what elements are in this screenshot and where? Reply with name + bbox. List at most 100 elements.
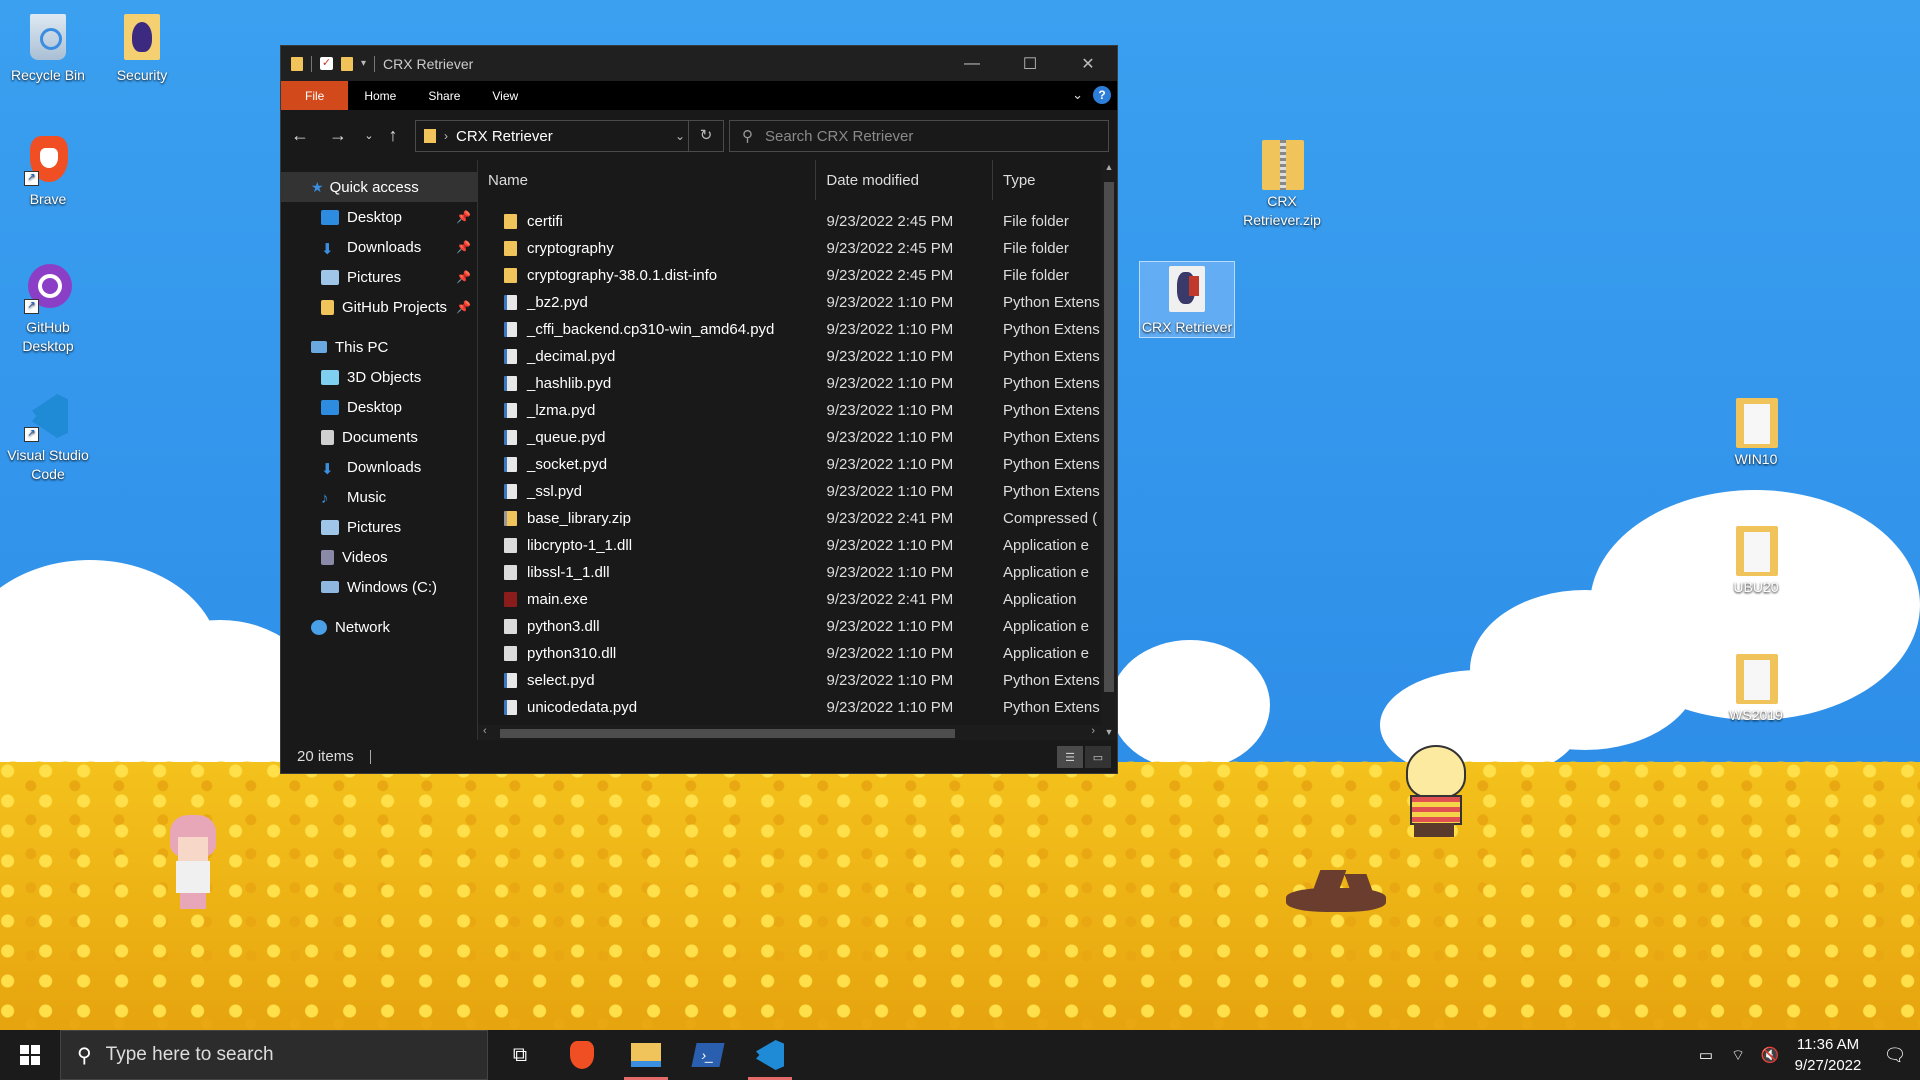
forward-button[interactable]: → (319, 125, 357, 146)
file-row[interactable]: libssl-1_1.dll 9/23/2022 1:10 PM Applicati… (478, 559, 1101, 586)
file-row[interactable]: _ssl.pyd 9/23/2022 1:10 PM Python Extens (478, 478, 1101, 505)
tab-file[interactable]: File (281, 81, 349, 110)
large-icons-view-icon[interactable]: ▭ (1085, 746, 1111, 768)
tab-share[interactable]: Share (412, 81, 476, 110)
notification-icon[interactable]: 🗨 (1870, 1045, 1920, 1066)
tab-home[interactable]: Home (348, 81, 412, 110)
taskbar-vscode[interactable] (744, 1030, 796, 1080)
search-box[interactable]: ⚲ (729, 120, 1109, 152)
file-row[interactable]: python3.dll 9/23/2022 1:10 PM Application … (478, 613, 1101, 640)
close-button[interactable]: ✕ (1059, 46, 1117, 81)
nav-quick-access[interactable]: ★ Quick access (281, 172, 477, 202)
column-header-date[interactable]: Date modified (816, 160, 993, 200)
file-row[interactable]: _bz2.pyd 9/23/2022 1:10 PM Python Extens (478, 289, 1101, 316)
file-row[interactable]: _hashlib.pyd 9/23/2022 1:10 PM Python Exte… (478, 370, 1101, 397)
file-row[interactable]: base_library.zip 9/23/2022 2:41 PM Compres… (478, 505, 1101, 532)
column-header-name[interactable]: Name (478, 160, 817, 200)
file-row[interactable]: main.exe 9/23/2022 2:41 PM Application (478, 586, 1101, 613)
refresh-button[interactable]: ↻ (688, 121, 723, 151)
nav-desktop[interactable]: Desktop (281, 392, 477, 422)
chevron-down-icon[interactable]: ⌄ (675, 129, 685, 143)
title-bar[interactable]: ✓ ▾ CRX Retriever — ☐ ✕ (281, 46, 1117, 81)
file-row[interactable]: unicodedata.pyd 9/23/2022 1:10 PM Python E… (478, 694, 1101, 721)
up-button[interactable]: ↑ (381, 125, 405, 146)
taskbar-file-explorer[interactable] (620, 1030, 672, 1080)
back-button[interactable]: ← (281, 125, 319, 146)
pin-icon[interactable]: 📌 (456, 300, 471, 314)
desktop-icon-label: GitHub Desktop (22, 319, 74, 354)
file-row[interactable]: cryptography 9/23/2022 2:45 PM File folder (478, 235, 1101, 262)
clock[interactable]: 11:36 AM 9/27/2022 (1786, 1034, 1870, 1076)
nav-this-pc[interactable]: This PC (281, 332, 477, 362)
taskbar-search[interactable]: ⚲ Type here to search (60, 1030, 488, 1080)
nav-downloads[interactable]: ⬇ Downloads (281, 452, 477, 482)
nav-documents[interactable]: Documents (281, 422, 477, 452)
help-icon[interactable]: ? (1093, 86, 1111, 104)
details-view-icon[interactable]: ☰ (1057, 746, 1083, 768)
wifi-icon[interactable]: ⌔ (1722, 1046, 1754, 1065)
nav-quick-pictures[interactable]: Pictures 📌 (281, 262, 477, 292)
file-row[interactable]: _decimal.pyd 9/23/2022 1:10 PM Python Exte… (478, 343, 1101, 370)
address-bar[interactable]: › CRX Retriever ⌄ ↻ (415, 120, 724, 152)
new-folder-icon[interactable] (341, 56, 353, 71)
taskbar-powershell[interactable]: ›_ (682, 1030, 734, 1080)
file-row[interactable]: select.pyd 9/23/2022 1:10 PM Python Extens (478, 667, 1101, 694)
file-row[interactable]: libcrypto-1_1.dll 9/23/2022 1:10 PM Applic… (478, 532, 1101, 559)
desktop-icon-win10[interactable]: WIN10 (1708, 394, 1804, 469)
nav-label: Pictures (347, 268, 402, 286)
scroll-right-icon[interactable]: › (1091, 725, 1095, 737)
nav-pictures[interactable]: Pictures (281, 512, 477, 542)
file-name-cell: certifi (478, 213, 817, 230)
customize-toolbar-icon[interactable]: ▾ (361, 58, 366, 69)
desktop-icon-security[interactable]: Security (94, 10, 190, 85)
file-row[interactable]: _cffi_backend.cp310-win_amd64.pyd 9/23/20… (478, 316, 1101, 343)
nav-videos[interactable]: Videos (281, 542, 477, 572)
volume-muted-icon[interactable]: 🔇 (1754, 1046, 1786, 1064)
properties-icon[interactable]: ✓ (320, 57, 333, 70)
minimize-button[interactable]: — (943, 46, 1001, 81)
file-row[interactable]: _queue.pyd 9/23/2022 1:10 PM Python Extens (478, 424, 1101, 451)
nav-windows-c[interactable]: Windows (C:) (281, 572, 477, 602)
nav-quick-desktop[interactable]: Desktop 📌 (281, 202, 477, 232)
file-row[interactable]: python310.dll 9/23/2022 1:10 PM Applicatio… (478, 640, 1101, 667)
file-date: 9/23/2022 2:45 PM (826, 213, 954, 230)
desktop-icon-crx-retriever[interactable]: CRX Retriever (1139, 261, 1235, 338)
column-header-type[interactable]: Type (993, 160, 1101, 200)
file-row[interactable]: cryptography-38.0.1.dist-info 9/23/2022 2… (478, 262, 1101, 289)
vertical-scrollbar[interactable]: ▲ ▼ (1101, 160, 1117, 741)
desktop-icon-recycle-bin[interactable]: Recycle Bin (0, 10, 96, 85)
desktop-icon-vscode[interactable]: ↗ Visual Studio Code (0, 390, 96, 484)
pin-icon[interactable]: 📌 (456, 240, 471, 254)
battery-icon[interactable]: ▭ (1690, 1046, 1722, 1064)
nav-music[interactable]: ♪ Music (281, 482, 477, 512)
tab-view[interactable]: View (476, 81, 534, 110)
task-view-button[interactable]: ⧉ (494, 1030, 546, 1080)
recent-locations-button[interactable]: ⌄ (357, 129, 381, 142)
scrollbar-thumb[interactable] (500, 729, 955, 738)
pin-icon[interactable]: 📌 (456, 210, 471, 224)
horizontal-scrollbar[interactable]: ‹ › (478, 725, 1101, 741)
nav-quick-github-projects[interactable]: GitHub Projects 📌 (281, 292, 477, 322)
expand-ribbon-icon[interactable]: ⌄ (1072, 87, 1083, 103)
desktop-icon-brave[interactable]: ↗ Brave (0, 134, 96, 209)
scroll-left-icon[interactable]: ‹ (483, 725, 487, 737)
pin-icon[interactable]: 📌 (456, 270, 471, 284)
nav-network[interactable]: Network (281, 612, 477, 642)
file-row[interactable]: certifi 9/23/2022 2:45 PM File folder (478, 208, 1101, 235)
nav-3d-objects[interactable]: 3D Objects (281, 362, 477, 392)
desktop-icon-github-desktop[interactable]: ↗ GitHub Desktop (0, 262, 96, 356)
start-button[interactable] (0, 1030, 60, 1080)
maximize-button[interactable]: ☐ (1001, 46, 1059, 81)
taskbar-brave[interactable] (556, 1030, 608, 1080)
file-row[interactable]: _lzma.pyd 9/23/2022 1:10 PM Python Extens (478, 397, 1101, 424)
scroll-up-icon[interactable]: ▲ (1101, 162, 1117, 172)
scroll-down-icon[interactable]: ▼ (1101, 727, 1117, 737)
scrollbar-thumb[interactable] (1104, 182, 1114, 692)
desktop-icon-ubu20[interactable]: UBU20 (1708, 522, 1804, 597)
desktop-icon-crx-zip[interactable]: CRX Retriever.zip (1234, 136, 1330, 230)
nav-quick-downloads[interactable]: ⬇ Downloads 📌 (281, 232, 477, 262)
desktop-icon-ws2019[interactable]: WS2019 (1708, 650, 1804, 725)
search-input[interactable] (763, 126, 1067, 146)
file-row[interactable]: _socket.pyd 9/23/2022 1:10 PM Python Exten… (478, 451, 1101, 478)
network-icon (311, 619, 327, 635)
